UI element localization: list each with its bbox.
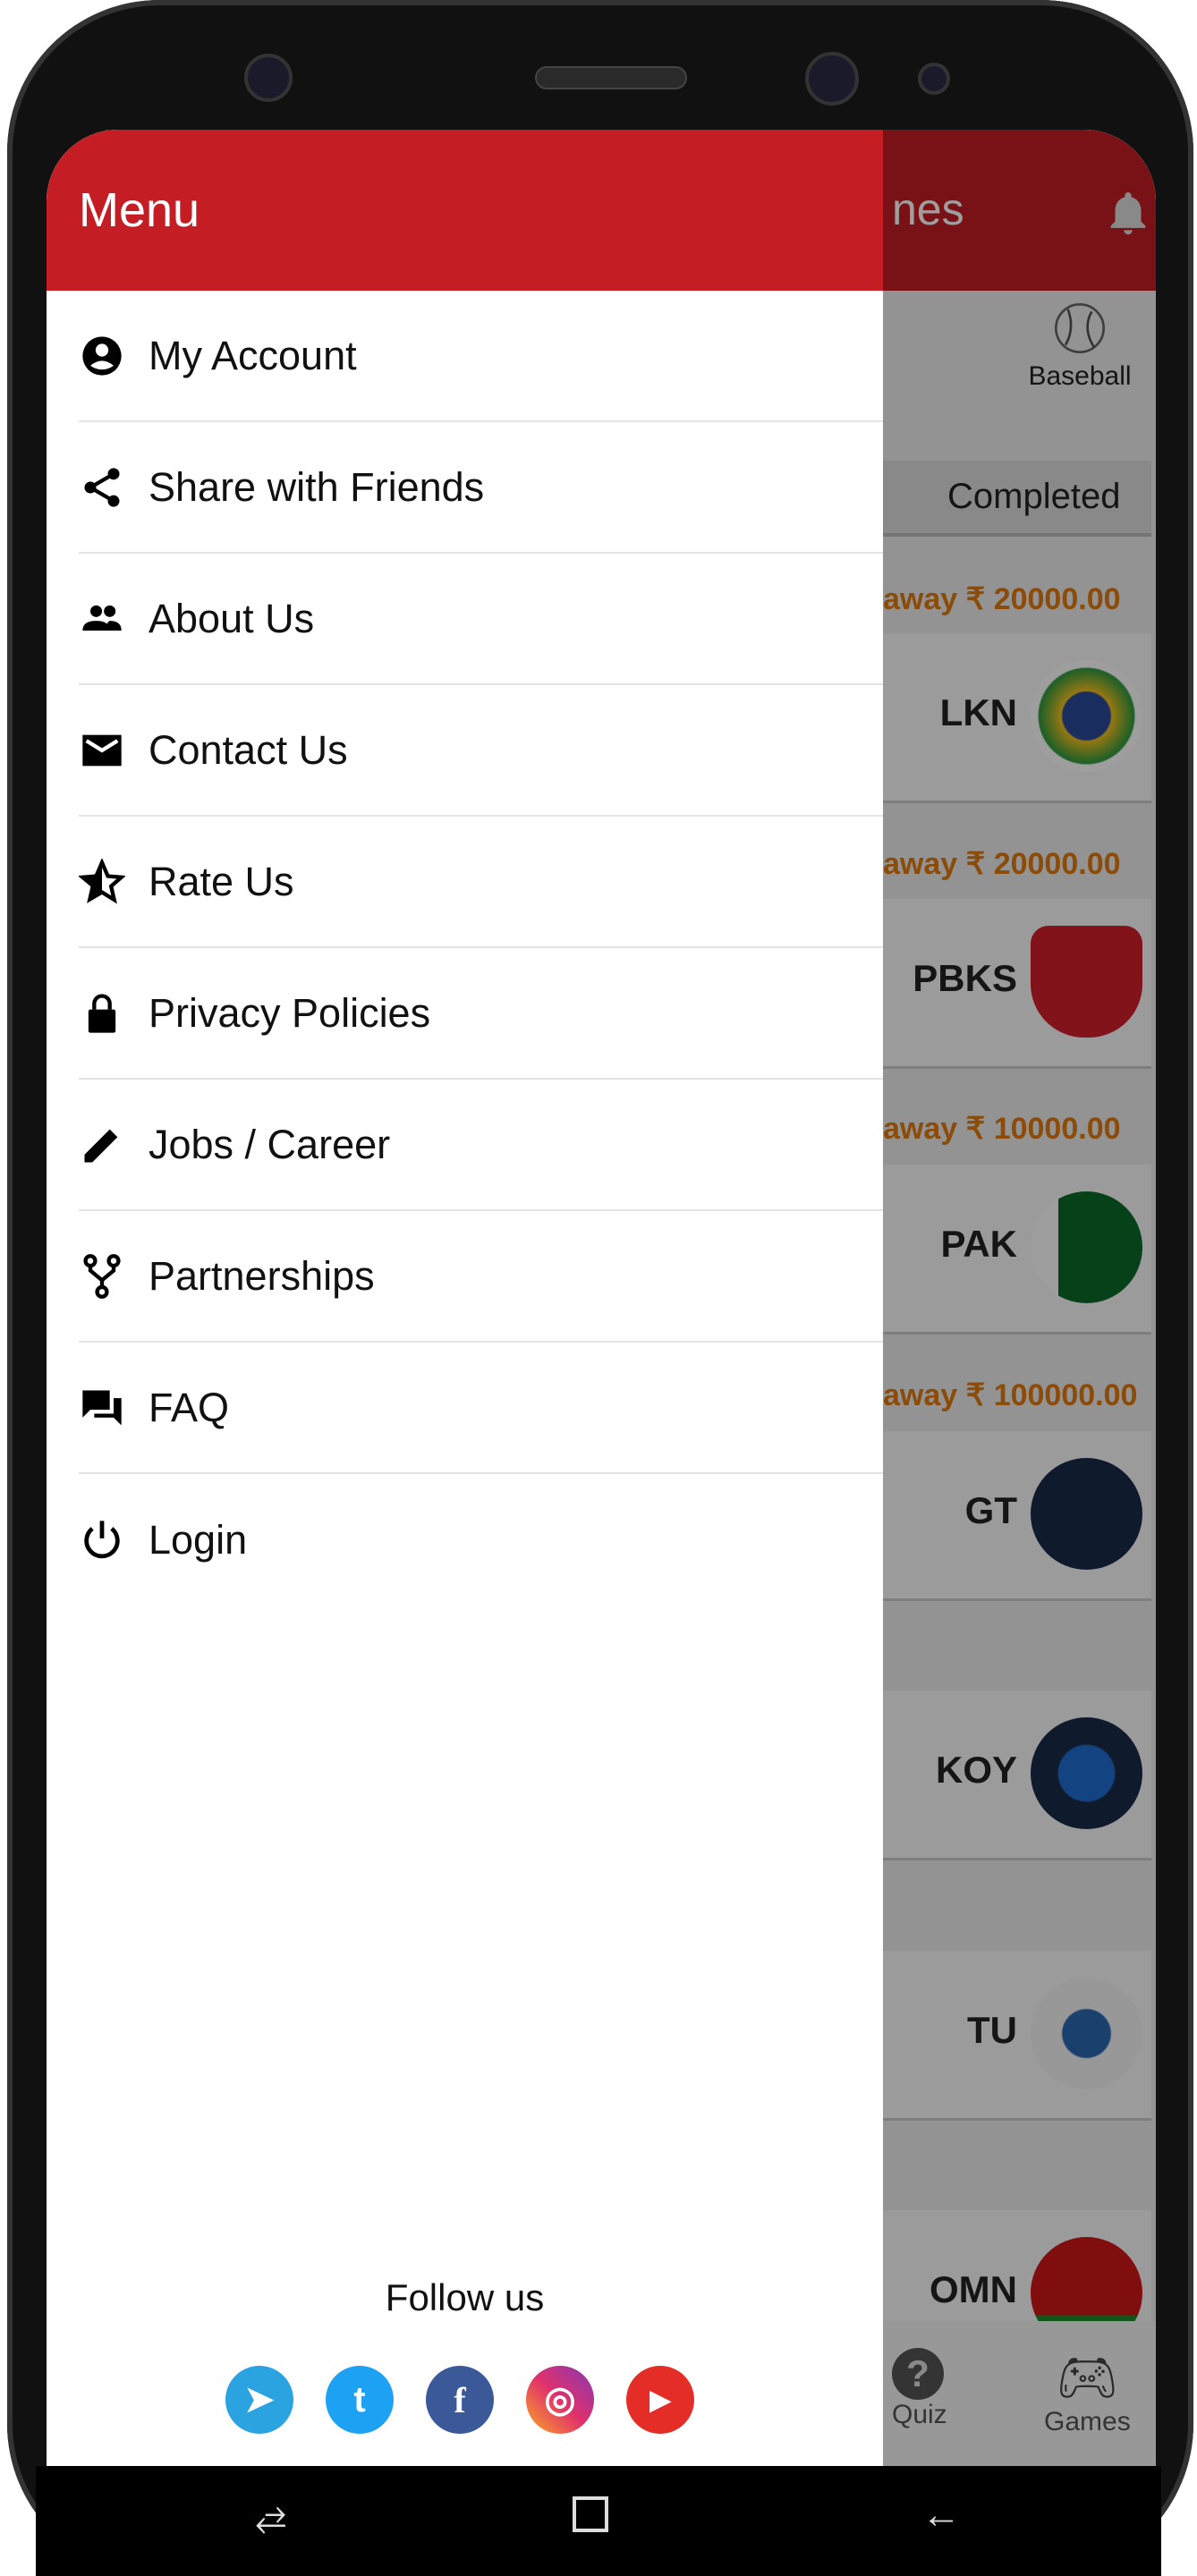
fork-icon <box>83 1253 121 1299</box>
menu-item-label: Share with Friends <box>149 463 485 510</box>
menu-item-privacy[interactable]: Privacy Policies <box>79 948 883 1080</box>
back-arrow-icon[interactable]: ← <box>921 2493 961 2538</box>
account-circle-icon <box>82 335 122 376</box>
people-icon <box>82 605 122 631</box>
menu-item-faq[interactable]: FAQ <box>79 1343 883 1474</box>
menu-item-label: Privacy Policies <box>149 989 431 1036</box>
sensor <box>918 63 950 95</box>
menu-item-about[interactable]: About Us <box>79 554 883 685</box>
instagram-icon[interactable]: ◎ <box>526 2366 594 2434</box>
navigation-drawer: Menu My Account Share with Friends About… <box>47 130 883 2469</box>
speaker <box>535 66 687 89</box>
app-screen: nes Baseball Completed away ₹ 20000.00 a… <box>47 130 1156 2469</box>
social-links: ➤ t f ◎ ▶ <box>225 2366 694 2434</box>
menu-item-label: Contact Us <box>149 726 348 773</box>
recents-icon[interactable]: ⥄ <box>255 2493 286 2538</box>
menu-item-label: About Us <box>149 595 315 641</box>
menu-item-label: Rate Us <box>149 858 294 904</box>
menu-item-label: Login <box>149 1516 248 1563</box>
menu-item-jobs[interactable]: Jobs / Career <box>79 1080 883 1211</box>
menu-item-label: Jobs / Career <box>149 1121 391 1167</box>
front-camera <box>244 54 293 102</box>
menu-item-partnerships[interactable]: Partnerships <box>79 1211 883 1343</box>
menu-item-label: My Account <box>149 332 357 378</box>
menu-item-my-account[interactable]: My Account <box>79 291 883 422</box>
menu-item-share[interactable]: Share with Friends <box>79 422 883 554</box>
home-icon[interactable] <box>573 2496 608 2532</box>
menu-item-contact[interactable]: Contact Us <box>79 685 883 817</box>
pencil-icon <box>84 1129 118 1162</box>
drawer-title: Menu <box>79 183 200 237</box>
twitter-icon[interactable]: t <box>326 2366 394 2434</box>
telegram-icon[interactable]: ➤ <box>225 2366 293 2434</box>
mail-icon <box>82 734 122 766</box>
forum-icon <box>82 1390 122 1425</box>
drawer-header: Menu <box>47 130 883 291</box>
menu-item-label: Partnerships <box>149 1252 375 1299</box>
sensor <box>805 52 859 106</box>
menu-item-label: FAQ <box>149 1384 230 1430</box>
star-half-icon <box>79 858 125 904</box>
power-icon <box>84 1520 120 1558</box>
facebook-icon[interactable]: f <box>426 2366 494 2434</box>
system-nav-bar: ⥄ ← <box>36 2466 1161 2576</box>
menu-item-login[interactable]: Login <box>79 1474 883 1606</box>
lock-icon <box>88 993 116 1033</box>
menu-item-rate[interactable]: Rate Us <box>79 817 883 948</box>
youtube-icon[interactable]: ▶ <box>626 2366 694 2434</box>
share-icon <box>84 467 120 507</box>
follow-us-label: Follow us <box>385 2276 545 2318</box>
